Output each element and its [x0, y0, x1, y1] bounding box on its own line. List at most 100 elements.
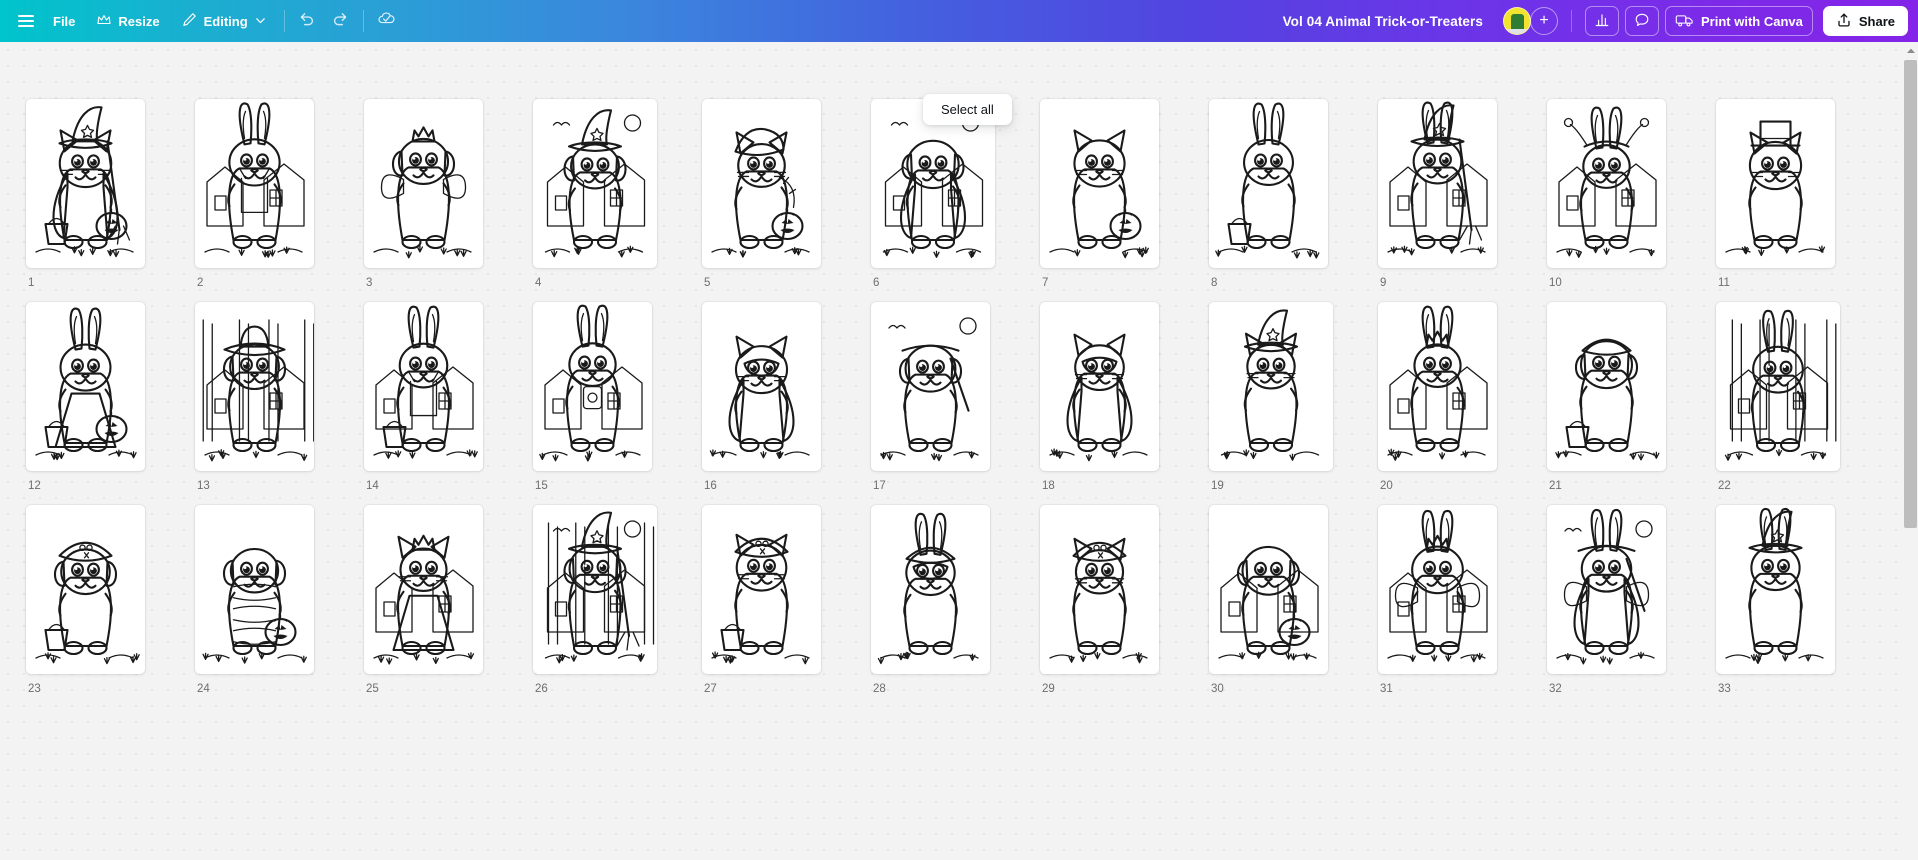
- page-thumbnail[interactable]: [1547, 99, 1666, 268]
- bar-chart-icon: [1594, 12, 1610, 31]
- cloud-saved-button[interactable]: [371, 6, 403, 36]
- page-thumbnail[interactable]: [1378, 505, 1497, 674]
- page-thumbnail[interactable]: [1547, 505, 1666, 674]
- page-number-label: 3: [366, 277, 373, 289]
- page-cell: 8: [1209, 99, 1378, 289]
- toolbar-right-group: Vol 04 Animal Trick-or-Treaters + Print …: [1273, 6, 1918, 36]
- pencil-icon: [182, 12, 197, 30]
- page-thumbnail[interactable]: [195, 99, 314, 268]
- page-cell: 20: [1378, 302, 1547, 492]
- page-thumbnail[interactable]: [702, 302, 821, 471]
- page-cell: 17: [871, 302, 1040, 492]
- page-thumbnail[interactable]: [1040, 302, 1159, 471]
- share-button[interactable]: Share: [1822, 6, 1908, 36]
- page-number-label: 8: [1211, 277, 1218, 289]
- page-thumbnail[interactable]: [1716, 302, 1840, 471]
- page-thumbnail[interactable]: [702, 505, 821, 674]
- page-cell: 19: [1209, 302, 1378, 492]
- resize-button[interactable]: Resize: [86, 6, 170, 36]
- print-with-canva-button[interactable]: Print with Canva: [1665, 6, 1813, 36]
- print-with-canva-label: Print with Canva: [1701, 13, 1803, 29]
- page-number-label: 11: [1718, 277, 1730, 289]
- page-number-label: 14: [366, 480, 379, 492]
- page-number-label: 2: [197, 277, 204, 289]
- page-thumbnail[interactable]: [1716, 99, 1835, 268]
- page-cell: 31: [1378, 505, 1547, 695]
- insights-button[interactable]: [1585, 6, 1619, 36]
- page-thumbnail[interactable]: [364, 302, 483, 471]
- page-number-label: 26: [535, 683, 548, 695]
- page-thumbnail[interactable]: [26, 99, 145, 268]
- scroll-up-arrow-icon[interactable]: [1903, 43, 1918, 58]
- page-cell: 26: [533, 505, 702, 695]
- top-toolbar: File Resize Editing Vol 04 Animal Trick-…: [0, 0, 1918, 42]
- share-label: Share: [1858, 13, 1895, 29]
- page-number-label: 6: [873, 277, 880, 289]
- user-avatar[interactable]: [1503, 7, 1531, 35]
- page-cell: 5: [702, 99, 871, 289]
- page-thumbnail[interactable]: [1378, 99, 1497, 268]
- select-all-button[interactable]: Select all: [923, 94, 1012, 125]
- page-number-label: 4: [535, 277, 542, 289]
- page-thumbnail[interactable]: [195, 505, 314, 674]
- resize-label: Resize: [118, 13, 160, 29]
- page-thumbnail[interactable]: [1547, 302, 1666, 471]
- page-thumbnail[interactable]: [26, 505, 145, 674]
- page-number-label: 32: [1549, 683, 1562, 695]
- page-cell: 2: [195, 99, 364, 289]
- page-cell: 11: [1716, 99, 1885, 289]
- page-cell: 33: [1716, 505, 1885, 695]
- page-thumbnail[interactable]: [533, 505, 657, 674]
- page-thumbnail[interactable]: [1209, 302, 1333, 471]
- page-number-label: 19: [1211, 480, 1224, 492]
- page-thumbnail[interactable]: [26, 302, 145, 471]
- page-thumbnail[interactable]: [195, 302, 314, 471]
- page-number-label: 12: [28, 480, 41, 492]
- page-thumbnail[interactable]: [533, 99, 657, 268]
- page-thumbnail[interactable]: [1716, 505, 1835, 674]
- page-thumbnail-grid: 1 2 3 4 5 6 7 8 9 10 11 12 13 14 15 16 17 18 19 20 21 22 23 24 2…: [0, 99, 1892, 708]
- cloud-check-icon: [377, 9, 396, 33]
- vertical-scrollbar-thumb[interactable]: [1904, 60, 1917, 528]
- page-thumbnail[interactable]: [1040, 99, 1159, 268]
- page-number-label: 25: [366, 683, 379, 695]
- document-title[interactable]: Vol 04 Animal Trick-or-Treaters: [1273, 14, 1493, 29]
- page-cell: 7: [1040, 99, 1209, 289]
- page-cell: 12: [26, 302, 195, 492]
- page-thumbnail[interactable]: [364, 505, 483, 674]
- page-number-label: 33: [1718, 683, 1731, 695]
- undo-arrow-icon: [299, 10, 316, 32]
- page-thumbnail[interactable]: [364, 99, 483, 268]
- pages-canvas: Select all 1 2 3 4 5 6 7 8 9 10 11 12 13 14 15 16 17 18 19…: [0, 42, 1918, 860]
- page-thumbnail[interactable]: [871, 505, 990, 674]
- page-cell: 32: [1547, 505, 1716, 695]
- page-number-label: 7: [1042, 277, 1049, 289]
- page-thumbnail[interactable]: [1040, 505, 1159, 674]
- page-thumbnail[interactable]: [702, 99, 821, 268]
- page-number-label: 16: [704, 480, 717, 492]
- avatar-base: [1504, 29, 1530, 34]
- page-thumbnail[interactable]: [533, 302, 652, 471]
- page-cell: 10: [1547, 99, 1716, 289]
- add-collaborator-button[interactable]: +: [1530, 7, 1558, 35]
- page-number-label: 18: [1042, 480, 1055, 492]
- page-number-label: 1: [28, 277, 35, 289]
- editing-mode-button[interactable]: Editing: [171, 6, 277, 36]
- page-number-label: 9: [1380, 277, 1387, 289]
- comments-button[interactable]: [1625, 6, 1659, 36]
- page-thumbnail[interactable]: [871, 302, 990, 471]
- page-number-label: 5: [704, 277, 711, 289]
- page-number-label: 24: [197, 683, 210, 695]
- page-thumbnail[interactable]: [1209, 99, 1328, 268]
- page-thumbnail[interactable]: [1378, 302, 1497, 471]
- page-number-label: 10: [1549, 277, 1562, 289]
- file-menu-button[interactable]: File: [42, 6, 86, 36]
- redo-button[interactable]: [324, 6, 356, 36]
- hamburger-menu-button[interactable]: [10, 6, 42, 36]
- page-cell: 23: [26, 505, 195, 695]
- toolbar-left-group: File Resize Editing: [0, 6, 403, 36]
- speech-bubble-icon: [1634, 12, 1650, 31]
- page-cell: 13: [195, 302, 364, 492]
- undo-button[interactable]: [292, 6, 324, 36]
- page-thumbnail[interactable]: [1209, 505, 1328, 674]
